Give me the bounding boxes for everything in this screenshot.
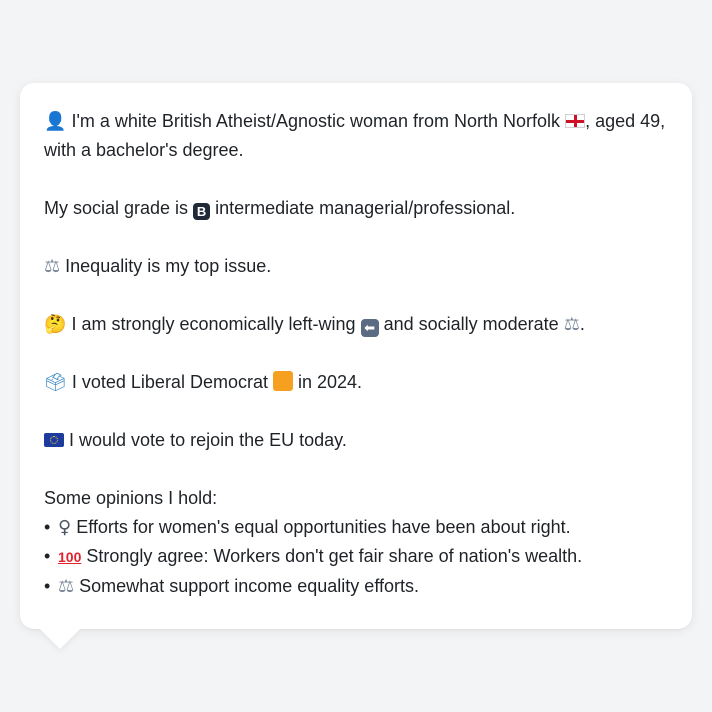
balance-scale-icon: ⚖ (58, 576, 75, 597)
bullet-icon: • (44, 576, 51, 596)
social-grade-desc: intermediate managerial/professional. (215, 198, 516, 218)
list-item: • ⚖ Somewhat support income equality eff… (44, 572, 668, 601)
list-item: • ♀ Efforts for women's equal opportunit… (44, 513, 668, 542)
balance-scale-icon: ⚖ (563, 314, 580, 335)
orange-square-icon (272, 371, 293, 391)
list-item: • 100 Strongly agree: Workers don't get … (44, 542, 668, 572)
person-silhouette-icon: 👤 (44, 111, 67, 132)
bubble-tail (40, 629, 80, 649)
opinion-text: Somewhat support income equality efforts… (79, 576, 420, 596)
balance-scale-icon: ⚖ (44, 256, 61, 277)
opinion-text: Efforts for women's equal opportunities … (76, 517, 571, 537)
hundred-points-icon: 100 (58, 549, 82, 565)
top-issue-line: ⚖ Inequality is my top issue. (44, 252, 668, 281)
opinions-title: Some opinions I hold: (44, 488, 218, 508)
eu-flag-icon (44, 433, 64, 447)
ballot-box-icon: 🗳 (44, 372, 67, 393)
vote-text-cont: in 2024. (298, 372, 363, 392)
social-grade-line: My social grade is B intermediate manage… (44, 194, 668, 223)
top-issue-text: Inequality is my top issue. (65, 256, 272, 276)
england-flag-icon (565, 114, 586, 128)
social-grade-text: My social grade is (44, 198, 189, 218)
identity-text: I'm a white British Atheist/Agnostic wom… (71, 111, 561, 131)
profile-message-bubble: 👤 I'm a white British Atheist/Agnostic w… (20, 83, 692, 629)
leaning-text: I am strongly economically left-wing (71, 314, 356, 334)
bullet-icon: • (44, 546, 51, 566)
eu-text: I would vote to rejoin the EU today. (69, 430, 347, 450)
leaning-text-cont: and socially moderate (383, 314, 559, 334)
opinion-text: Strongly agree: Workers don't get fair s… (86, 546, 583, 566)
opinions-list: • ♀ Efforts for women's equal opportunit… (44, 513, 668, 601)
leaning-period: . (579, 314, 585, 334)
identity-line: 👤 I'm a white British Atheist/Agnostic w… (44, 107, 668, 165)
eu-line: I would vote to rejoin the EU today. (44, 426, 668, 455)
vote-line: 🗳 I voted Liberal Democrat in 2024. (44, 368, 668, 397)
female-sign-icon: ♀ (58, 517, 72, 538)
left-arrow-icon: ⬅ (360, 319, 379, 337)
thinking-face-icon: 🤔 (44, 314, 67, 335)
political-leaning-line: 🤔 I am strongly economically left-wing ⬅… (44, 310, 668, 339)
grade-b-badge-icon: B (193, 203, 211, 220)
vote-text: I voted Liberal Democrat (71, 372, 268, 392)
bullet-icon: • (44, 517, 51, 537)
